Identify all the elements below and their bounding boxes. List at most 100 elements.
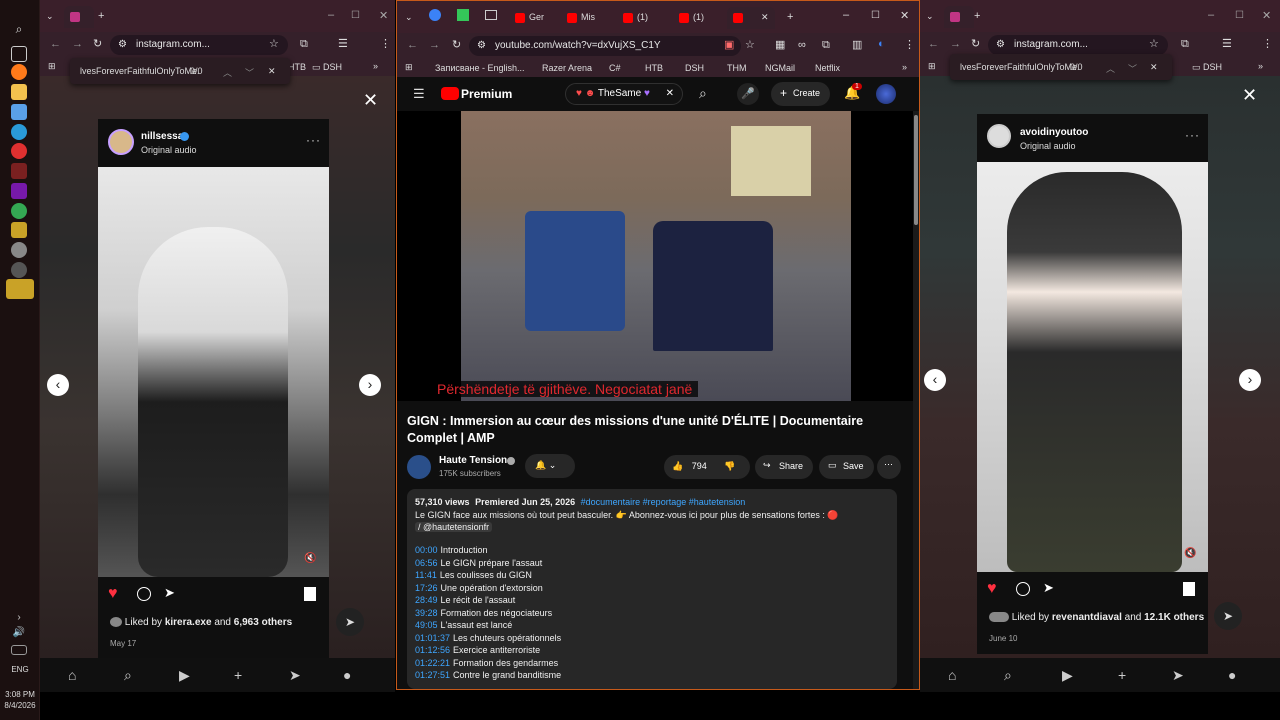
more-options-icon[interactable]: ··· [1185,128,1200,142]
pinned-tab-icon[interactable] [457,9,469,21]
menu-icon[interactable]: ⋮ [1262,39,1273,50]
share-button[interactable]: ↪ Share [755,455,814,479]
profile-icon[interactable]: ☰ [338,39,348,50]
clock-time[interactable]: 3:08 PM [0,690,40,699]
find-close-icon[interactable]: ✕ [1150,62,1158,73]
bookmark-dsh[interactable]: ▭ DSH [312,62,342,73]
share-icon[interactable]: ➤ [1043,580,1054,596]
chapter-item[interactable]: 01:01:37 Les chuteurs opérationnels [415,633,561,643]
tab-instagram[interactable] [944,6,974,28]
chapter-item[interactable]: 01:27:51 Contre le grand banditisme [415,670,561,680]
maximize-icon[interactable]: ☐ [1235,11,1244,21]
back-icon[interactable]: ← [407,40,418,51]
liked-by-user[interactable]: revenantdiaval [1052,612,1122,623]
app-icon[interactable] [11,262,27,278]
chapter-item[interactable]: 17:26 Une opération d'extorsion [415,583,543,593]
search-icon[interactable]: ⌕ [11,22,27,38]
post-audio[interactable]: Original audio [1020,141,1076,151]
new-tab-icon[interactable]: + [787,12,793,23]
bookmark-item[interactable]: DSH [685,63,704,73]
minimize-icon[interactable]: – [1208,10,1214,21]
app-icon[interactable] [11,242,27,258]
voice-search-icon[interactable]: 🎤 [737,83,759,105]
channel-avatar[interactable] [407,455,431,479]
site-info-icon[interactable]: ⚙ [996,39,1005,50]
more-bookmarks-icon[interactable]: » [1258,61,1263,71]
premium-logo[interactable]: Premium [461,87,512,101]
chapter-timestamp[interactable]: 01:27:51 [415,670,450,680]
liked-by-others[interactable]: 12.1K others [1144,612,1204,623]
tab-3[interactable]: (1) [617,7,669,29]
pinned-tab-icon[interactable] [485,10,497,20]
chapter-timestamp[interactable]: 39:28 [415,608,438,618]
like-icon[interactable]: 👍 [672,461,683,471]
chapter-item[interactable]: 01:22:21 Formation des gendarmes [415,658,558,668]
more-bookmarks-icon[interactable]: » [902,62,907,72]
search-icon[interactable]: ⌕ [1004,667,1012,684]
tab-5-active[interactable]: ✕ [727,7,775,29]
messages-icon[interactable]: ➤ [336,608,364,636]
close-post-icon[interactable]: ✕ [363,90,378,111]
reels-icon[interactable]: ▶ [1062,667,1073,684]
chapter-timestamp[interactable]: 01:12:56 [415,645,450,655]
heart-icon[interactable]: ♥ [987,580,997,598]
create-button[interactable]: + Create [771,82,831,106]
address-bar[interactable]: ⚙ instagram.com... [110,35,288,55]
hashtags[interactable]: #documentaire #reportage #hautetension [581,497,746,507]
extensions-icon[interactable]: ⧉ [822,40,830,51]
tab-1[interactable]: Ger [509,7,559,29]
profile-avatar-icon[interactable]: ● [343,667,351,683]
youtube-logo-icon[interactable] [441,87,459,100]
chapter-item[interactable]: 39:28 Formation des négociateurs [415,608,552,618]
menu-icon[interactable]: ⋮ [380,39,391,50]
task-view-icon[interactable] [11,46,27,62]
site-info-icon[interactable]: ⚙ [477,40,486,51]
new-tab-icon[interactable]: + [974,11,980,22]
heart-icon[interactable]: ♥ [108,585,118,603]
find-query[interactable]: lvesForeverFaithfulOnlyToMe. [960,62,1080,72]
chrome-active-icon[interactable] [6,279,34,299]
bookmark-item[interactable]: THM [727,63,747,73]
app-icon[interactable] [11,222,27,238]
photos-icon[interactable] [11,104,27,120]
address-bar[interactable]: ⚙ instagram.com... [988,35,1168,55]
extensions-icon[interactable]: ⧉ [300,39,308,50]
menu-icon[interactable]: ⋮ [904,40,915,51]
account-avatar[interactable] [876,84,896,104]
find-prev-icon[interactable]: ︿ [223,66,232,79]
tab-2[interactable]: Mis [561,7,611,29]
channel-link[interactable]: / @hautetensionfr [415,522,493,532]
forward-icon[interactable]: → [950,39,961,50]
address-bar[interactable]: ⚙ youtube.com/watch?v=dxVujXS_C1Y [469,36,741,56]
language-indicator[interactable]: ENG [0,665,40,674]
profile-icon[interactable]: ☰ [1222,39,1232,50]
video-player[interactable]: Përshëndetje të gjithëve. Negociatat jan… [397,111,913,401]
site-info-icon[interactable]: ⚙ [118,39,127,50]
close-post-icon[interactable]: ✕ [1242,85,1257,106]
tab-close-icon[interactable]: ✕ [761,12,769,23]
maximize-icon[interactable]: ☐ [871,11,880,21]
previous-post-button[interactable]: ‹ [924,369,946,391]
file-explorer-icon[interactable] [11,84,27,100]
profile-avatar-icon[interactable]: ● [1228,667,1236,683]
firefox-icon[interactable] [11,64,27,80]
chapter-timestamp[interactable]: 28:49 [415,595,438,605]
save-icon[interactable] [1183,582,1195,596]
close-window-icon[interactable]: ✕ [1262,11,1271,22]
search-chip[interactable]: ♥ ☻ TheSame ♥ ✕ [565,83,683,105]
sidebar-icon[interactable]: ▥ [852,40,862,51]
bookmark-star-icon[interactable]: ☆ [269,39,279,50]
mute-icon[interactable]: 🔇 [304,553,316,564]
clock-date[interactable]: 8/4/2026 [0,701,40,710]
close-window-icon[interactable]: ✕ [379,11,388,22]
like-count[interactable]: 794 [692,461,707,471]
bookmark-item[interactable]: Razer Arena [542,63,592,73]
back-icon[interactable]: ← [50,39,61,50]
profile-icon[interactable]: ◐ [878,39,885,50]
reels-icon[interactable]: ▶ [179,667,190,684]
back-icon[interactable]: ← [928,39,939,50]
tab-search-icon[interactable]: ⌄ [46,12,54,21]
next-post-button[interactable]: › [359,374,381,396]
create-icon[interactable]: + [1118,667,1126,683]
tab-search-icon[interactable]: ⌄ [405,13,413,22]
